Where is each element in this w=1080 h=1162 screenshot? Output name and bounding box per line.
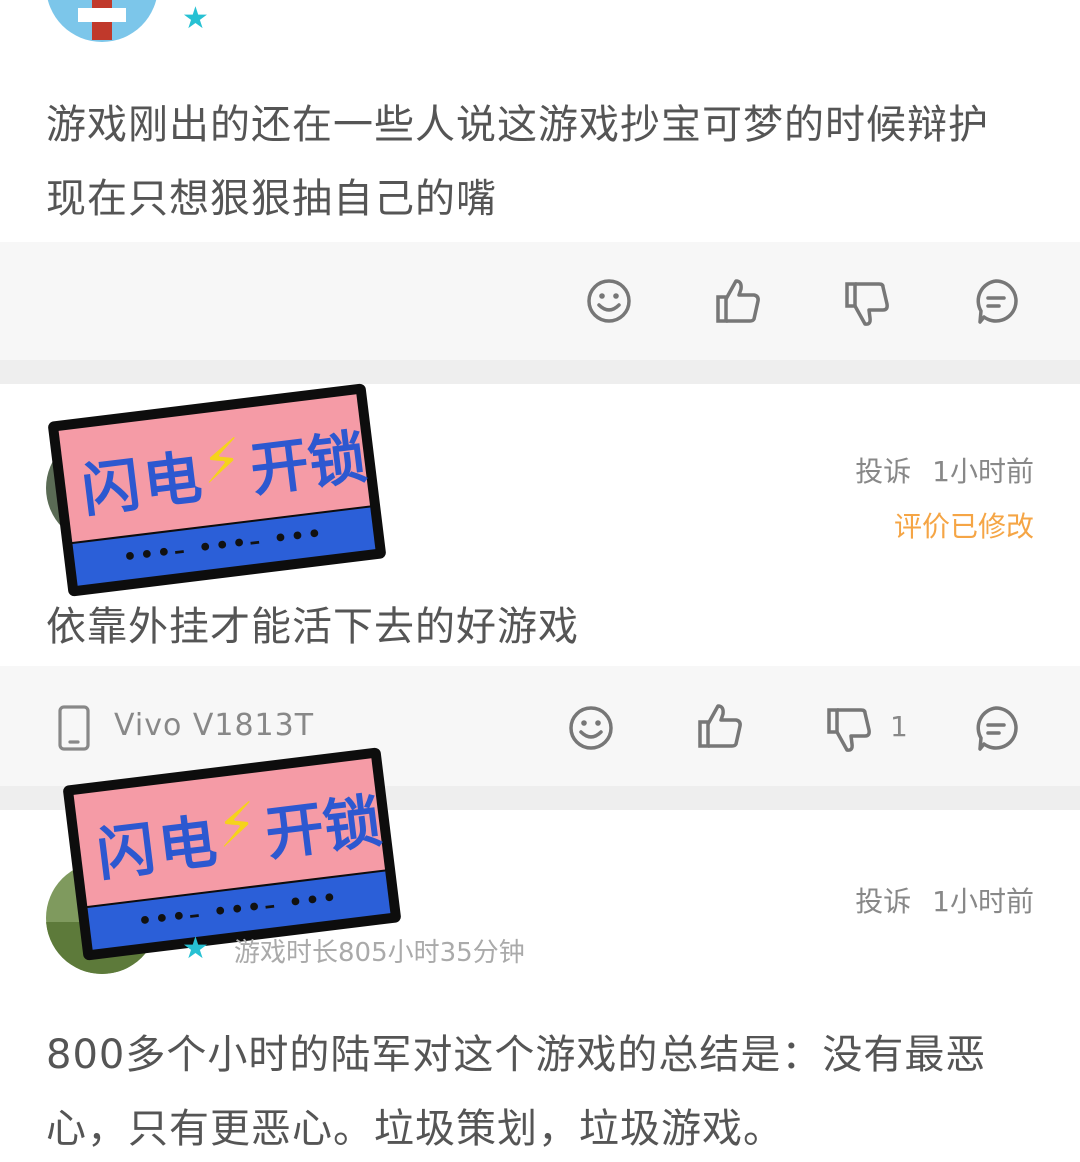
timestamp: 1小时前 — [932, 455, 1034, 488]
star-icon: ★ — [182, 931, 209, 966]
watermark: 闪 电 ⚡ 开 锁 •••– •••– ••• — [47, 383, 387, 597]
comment-meta: 投诉 1小时前 — [855, 450, 1034, 490]
comment-text: 依靠外挂才能活下去的好游戏 — [46, 604, 579, 650]
edited-label: 评价已修改 — [893, 510, 1034, 543]
divider — [0, 360, 1080, 384]
thumbs-up-icon[interactable] — [714, 277, 762, 325]
playtime: 游戏时长805小时35分钟 — [234, 938, 525, 968]
action-bar: Vivo V1813T 1 — [0, 666, 1080, 786]
reply-icon[interactable] — [972, 277, 1020, 325]
watermark: 闪 电 ⚡ 开 锁 •••– •••– ••• — [62, 747, 402, 961]
device-name: Vivo V1813T — [114, 708, 315, 743]
comment-meta: 投诉 1小时前 — [855, 880, 1034, 920]
comment-text: 心，只有更恶心。垃圾策划，垃圾游戏。 — [46, 1106, 784, 1152]
comment-text: 现在只想狠狠抽自己的嘴 — [46, 176, 497, 222]
comment-text: 游戏刚出的还在一些人说这游戏抄宝可梦的时候辩护 — [46, 102, 989, 148]
comment-text: 800多个小时的陆军对这个游戏的总结是：没有最恶 — [46, 1032, 987, 1078]
emoji-icon[interactable] — [567, 704, 615, 752]
thumbs-down-icon[interactable] — [825, 706, 873, 754]
emoji-icon[interactable] — [585, 277, 633, 325]
phone-icon — [58, 705, 90, 751]
thumbs-up-icon[interactable] — [696, 702, 744, 750]
timestamp: 1小时前 — [932, 885, 1034, 918]
report-link[interactable]: 投诉 — [855, 885, 911, 918]
action-bar — [0, 242, 1080, 360]
avatar[interactable] — [46, 0, 158, 42]
report-link[interactable]: 投诉 — [855, 455, 911, 488]
thumbs-down-icon[interactable] — [843, 280, 891, 328]
star-icon: ★ — [182, 1, 209, 36]
reply-icon[interactable] — [972, 704, 1020, 752]
dislike-count: 1 — [890, 710, 908, 743]
